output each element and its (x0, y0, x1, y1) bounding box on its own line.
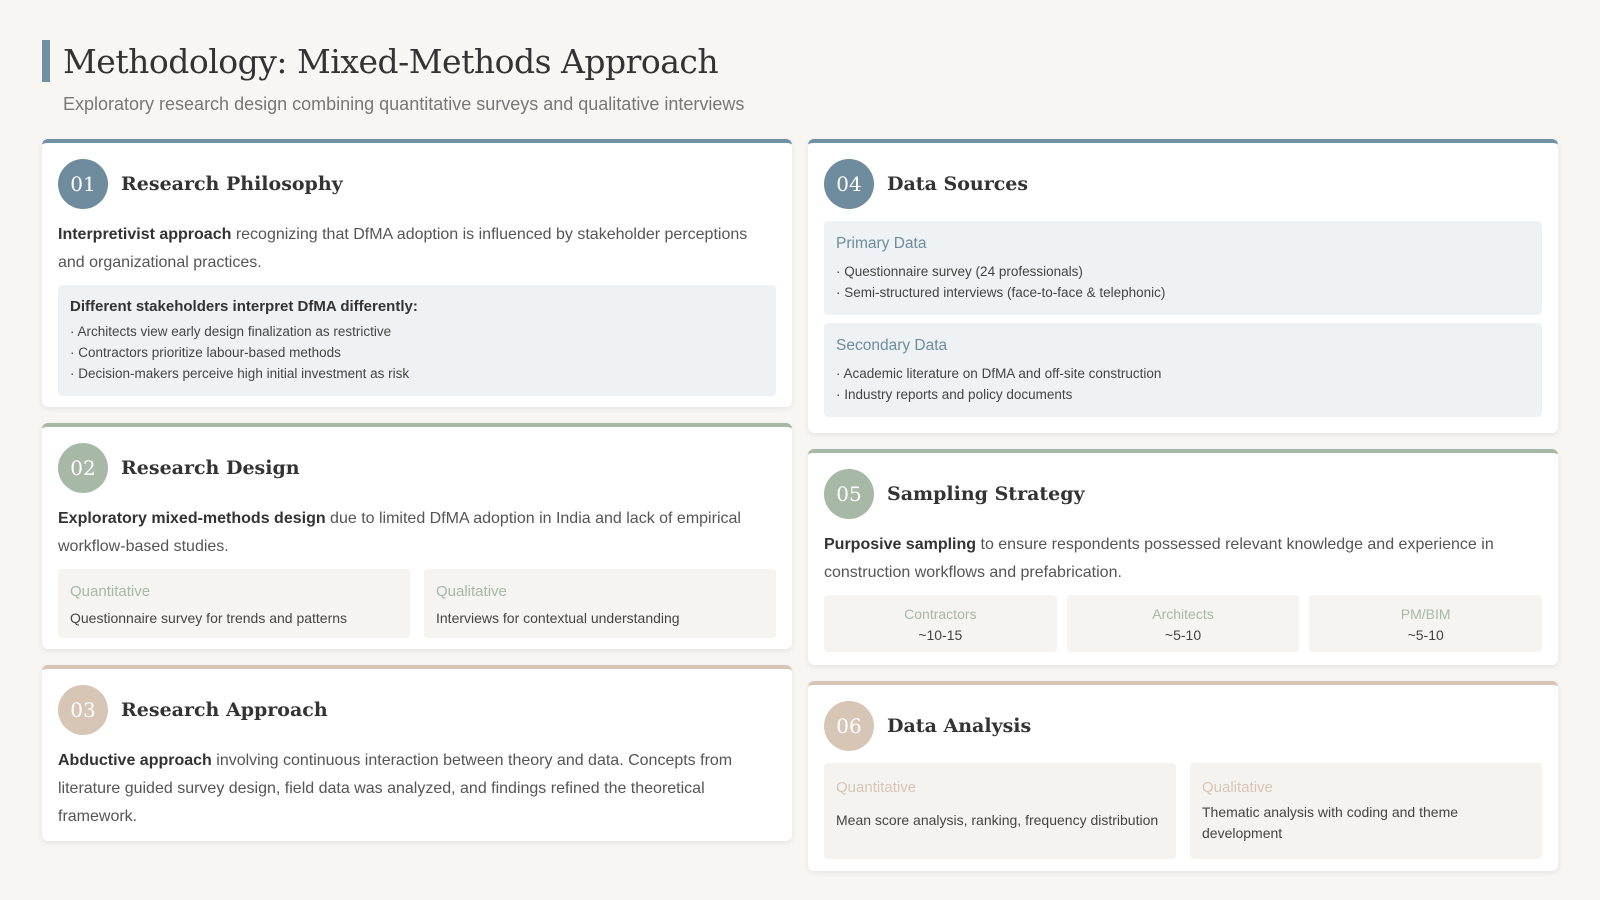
qualitative-box: Qualitative Interviews for contextual un… (424, 569, 776, 638)
qualitative-analysis-box: Qualitative Thematic analysis with codin… (1190, 763, 1542, 859)
analysis-split: Quantitative Mean score analysis, rankin… (824, 763, 1542, 859)
card-title: Research Philosophy (121, 173, 343, 195)
primary-data-box: Primary Data · Questionnaire survey (24 … (824, 221, 1542, 315)
secondary-data-box: Secondary Data · Academic literature on … (824, 323, 1542, 417)
card-data-analysis: 06 Data Analysis Quantitative Mean score… (808, 681, 1558, 871)
stat-label: Contractors (904, 606, 977, 622)
card-data-sources: 04 Data Sources Primary Data · Questionn… (808, 139, 1558, 433)
sample-contractors: Contractors ~10-15 (824, 595, 1057, 652)
title-accent-bar (42, 40, 50, 82)
list-item: · Contractors prioritize labour-based me… (70, 345, 341, 360)
lead-term: Exploratory mixed-methods design (58, 510, 326, 527)
step-number-badge: 05 (824, 469, 874, 519)
card-header: 01 Research Philosophy (58, 159, 776, 209)
lead-term: Interpretivist approach (58, 226, 232, 243)
step-number-badge: 02 (58, 443, 108, 493)
box-title: Different stakeholders interpret DfMA di… (70, 298, 418, 315)
right-column: 04 Data Sources Primary Data · Questionn… (808, 139, 1558, 887)
stat-value: ~5-10 (1164, 627, 1202, 643)
box-text: Mean score analysis, ranking, frequency … (836, 812, 1159, 828)
step-number-badge: 04 (824, 159, 874, 209)
card-research-design: 02 Research Design Exploratory mixed-met… (42, 423, 792, 649)
quantitative-box: Quantitative Questionnaire survey for tr… (58, 569, 410, 638)
box-label: Qualitative (1202, 779, 1273, 796)
sample-breakdown: Contractors ~10-15 Architects ~5-10 PM/B… (824, 595, 1543, 652)
card-header: 04 Data Sources (824, 159, 1542, 209)
card-description: Purposive sampling to ensure respondents… (824, 531, 1542, 587)
step-number-badge: 06 (824, 701, 874, 751)
card-title: Data Sources (887, 173, 1029, 195)
lead-term: Purposive sampling (824, 536, 977, 553)
box-label: Secondary Data (836, 337, 948, 354)
card-title: Sampling Strategy (887, 483, 1085, 505)
box-label: Quantitative (70, 583, 151, 600)
quantitative-analysis-box: Quantitative Mean score analysis, rankin… (824, 763, 1176, 859)
lead-term: Abductive approach (58, 752, 212, 769)
box-text: Interviews for contextual understanding (436, 610, 680, 626)
box-label: Primary Data (836, 235, 927, 252)
card-research-approach: 03 Research Approach Abductive approach … (42, 665, 792, 841)
stat-value: ~5-10 (1407, 627, 1444, 643)
page-header: Methodology: Mixed-Methods Approach Expl… (42, 40, 1558, 115)
list-item: · Decision-makers perceive high initial … (70, 366, 410, 381)
card-description: Exploratory mixed-methods design due to … (58, 505, 776, 561)
sample-pm-bim: PM/BIM ~5-10 (1309, 595, 1543, 652)
box-label: Qualitative (436, 583, 507, 600)
sample-architects: Architects ~5-10 (1066, 595, 1300, 652)
list-item: · Industry reports and policy documents (836, 387, 1073, 402)
card-title: Research Approach (121, 699, 328, 721)
step-number-badge: 03 (58, 685, 108, 735)
card-description: Abductive approach involving continuous … (58, 747, 776, 831)
card-sampling-strategy: 05 Sampling Strategy Purposive sampling … (808, 449, 1558, 665)
page-title: Methodology: Mixed-Methods Approach (63, 41, 719, 81)
box-text: Questionnaire survey for trends and patt… (70, 610, 348, 626)
page-subtitle: Exploratory research design combining qu… (63, 94, 745, 114)
card-header: 02 Research Design (58, 443, 776, 493)
title-row: Methodology: Mixed-Methods Approach (42, 40, 1558, 82)
list-item: · Architects view early design finalizat… (70, 324, 392, 339)
method-split: Quantitative Questionnaire survey for tr… (58, 569, 776, 638)
step-number-badge: 01 (58, 159, 108, 209)
left-column: 01 Research Philosophy Interpretivist ap… (42, 139, 792, 857)
list-item: · Semi-structured interviews (face-to-fa… (836, 285, 1166, 300)
card-title: Research Design (121, 457, 300, 479)
stat-value: ~10-15 (918, 627, 963, 643)
card-header: 06 Data Analysis (824, 701, 1542, 751)
list-item: · Academic literature on DfMA and off-si… (836, 366, 1162, 381)
box-label: Quantitative (836, 779, 917, 796)
stat-label: Architects (1152, 606, 1214, 622)
list-item: · Questionnaire survey (24 professionals… (836, 264, 1083, 279)
stat-label: PM/BIM (1400, 606, 1451, 622)
card-title: Data Analysis (887, 715, 1032, 737)
card-description: Interpretivist approach recognizing that… (58, 221, 776, 277)
stakeholder-box: Different stakeholders interpret DfMA di… (58, 285, 776, 396)
card-research-philosophy: 01 Research Philosophy Interpretivist ap… (42, 139, 792, 407)
box-text: Thematic analysis with coding and theme … (1202, 804, 1459, 841)
card-header: 05 Sampling Strategy (824, 469, 1542, 519)
card-header: 03 Research Approach (58, 685, 776, 735)
